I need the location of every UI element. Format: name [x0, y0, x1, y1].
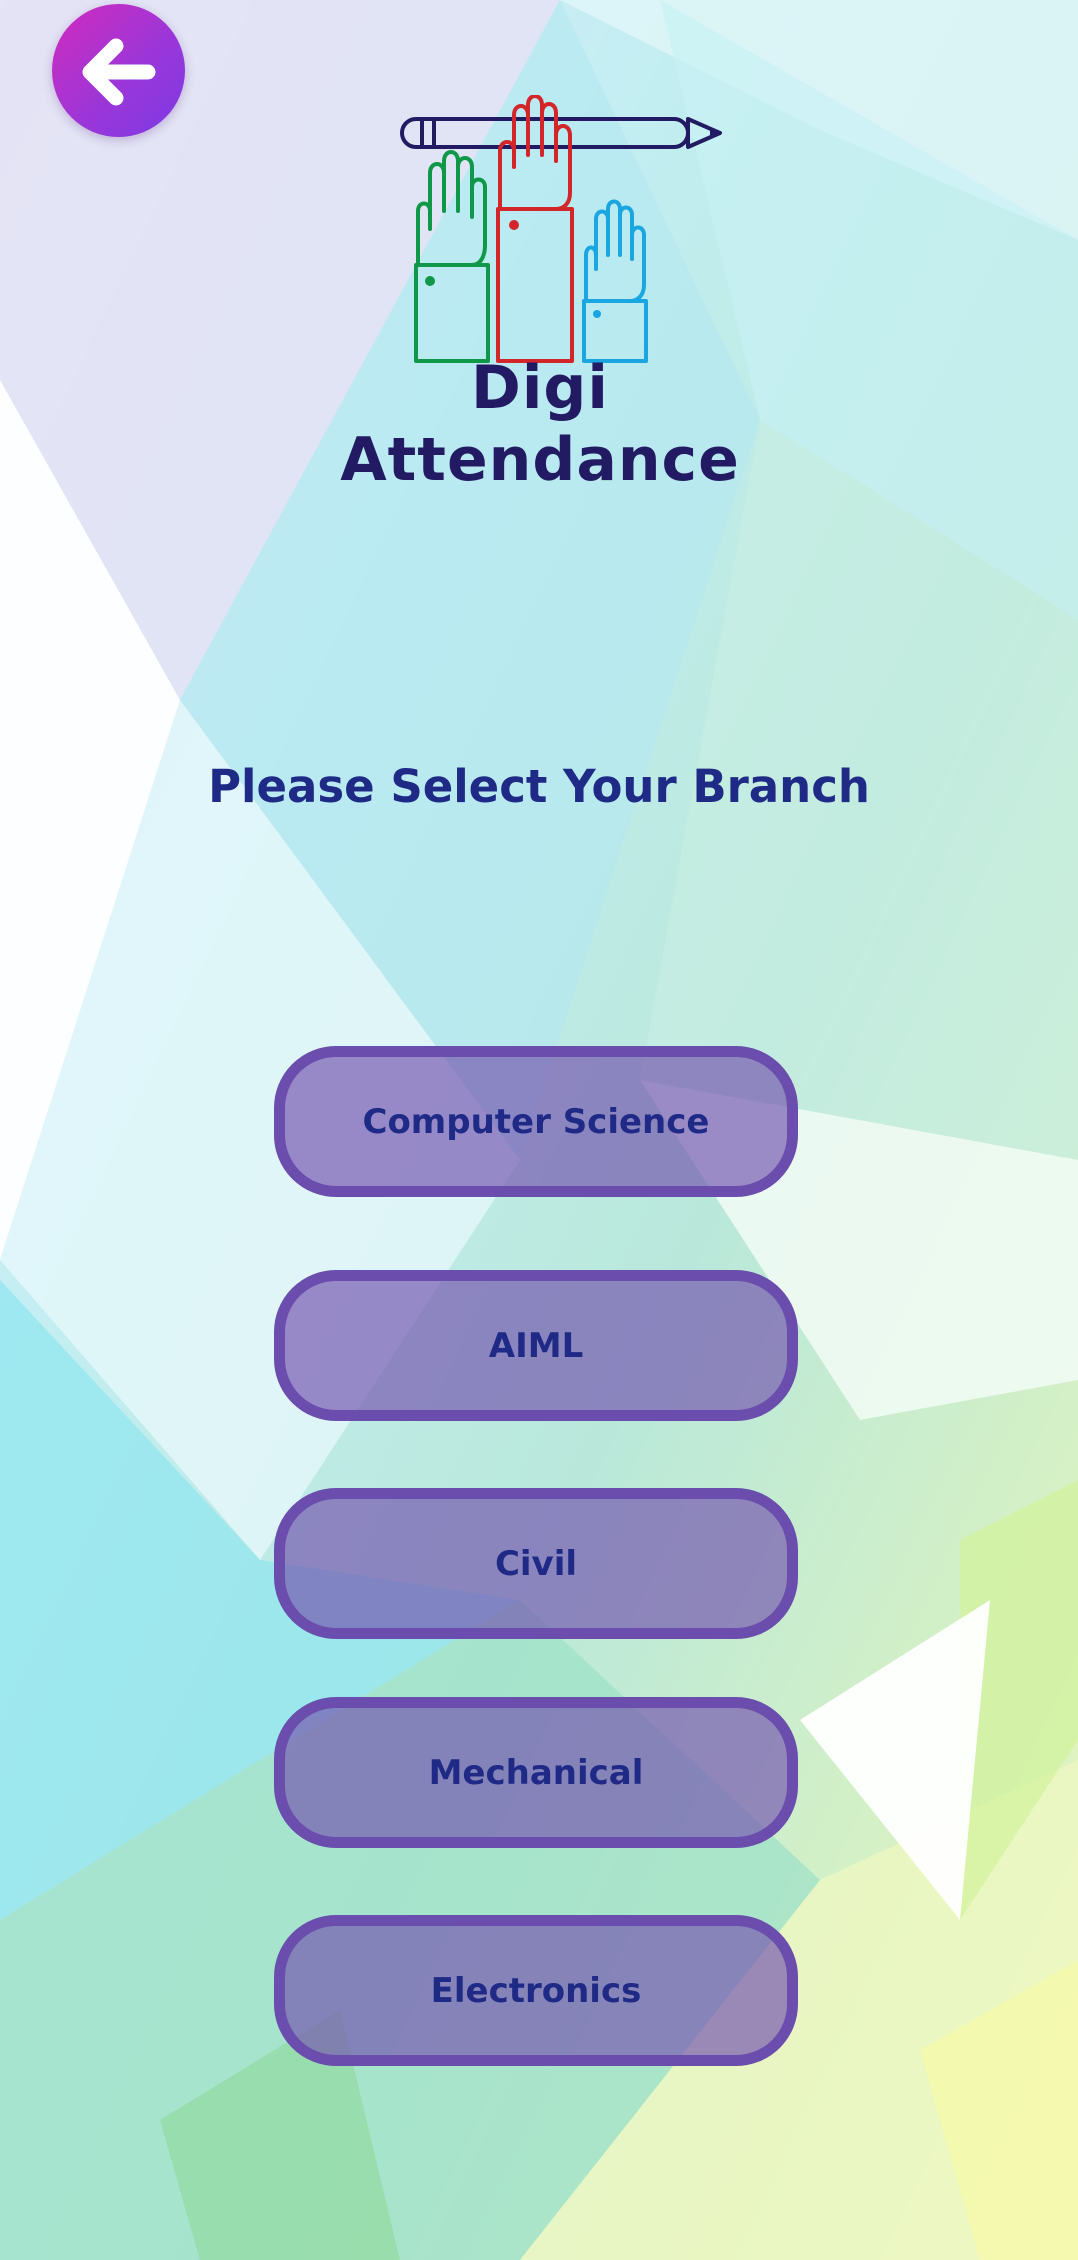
branch-selection-screen: Digi Attendance Please Select Your Branc… — [0, 0, 1078, 2260]
app-title: Digi Attendance — [340, 353, 740, 495]
back-button[interactable] — [52, 4, 185, 137]
branch-button-mechanical[interactable]: Mechanical — [274, 1697, 798, 1848]
page-heading: Please Select Your Branch — [208, 760, 870, 813]
branch-button-civil[interactable]: Civil — [274, 1488, 798, 1639]
branch-button-computer-science[interactable]: Computer Science — [274, 1046, 798, 1197]
branch-button-aiml[interactable]: AIML — [274, 1270, 798, 1421]
branch-button-electronics[interactable]: Electronics — [274, 1915, 798, 2066]
arrow-left-icon — [82, 38, 156, 106]
raised-hands-pencil-icon — [400, 95, 722, 363]
